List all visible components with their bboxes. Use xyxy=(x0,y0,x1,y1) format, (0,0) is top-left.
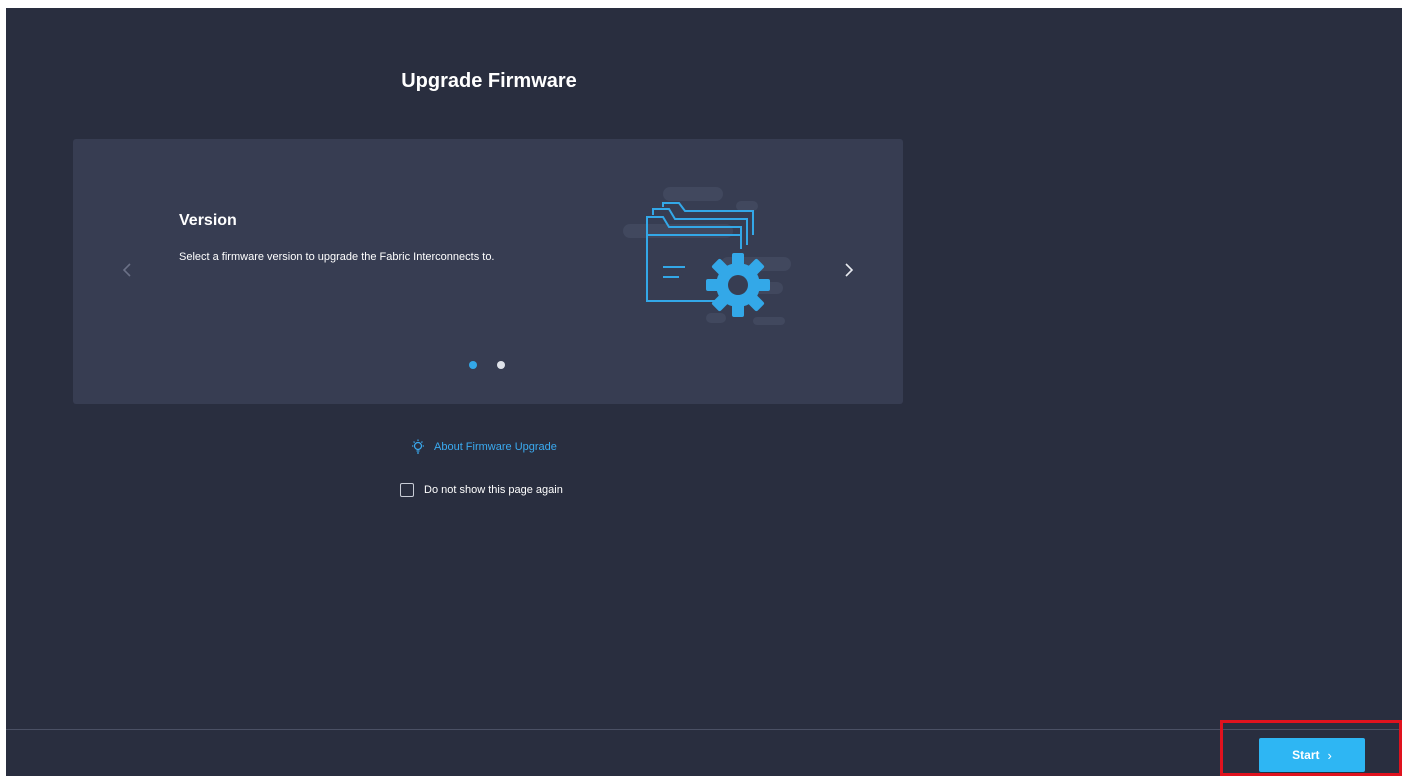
dont-show-again-option[interactable]: Do not show this page again xyxy=(400,481,563,499)
start-button[interactable]: Start › xyxy=(1259,738,1365,772)
chevron-right-icon: › xyxy=(1327,747,1332,763)
pagination-dot-1[interactable] xyxy=(469,361,477,369)
pagination-dot-2[interactable] xyxy=(497,361,505,369)
slide-description: Select a firmware version to upgrade the… xyxy=(179,251,495,263)
dont-show-again-label: Do not show this page again xyxy=(424,484,563,496)
carousel-pagination xyxy=(469,361,509,371)
start-button-label: Start xyxy=(1292,748,1320,762)
dont-show-again-checkbox[interactable] xyxy=(400,483,414,497)
chevron-right-icon[interactable] xyxy=(839,259,859,281)
footer-divider xyxy=(6,729,1402,730)
chevron-left-icon[interactable] xyxy=(117,259,137,281)
app-frame: Upgrade Firmware Version Select a firmwa… xyxy=(6,8,1402,776)
about-firmware-upgrade-link[interactable]: About Firmware Upgrade xyxy=(410,438,557,456)
about-firmware-upgrade-label: About Firmware Upgrade xyxy=(434,441,557,453)
folder-gear-icon xyxy=(621,187,791,332)
lightbulb-icon xyxy=(412,439,424,454)
slide-title: Version xyxy=(179,212,237,229)
page-title: Upgrade Firmware xyxy=(401,70,577,92)
intro-carousel-card: Version Select a firmware version to upg… xyxy=(73,139,903,404)
